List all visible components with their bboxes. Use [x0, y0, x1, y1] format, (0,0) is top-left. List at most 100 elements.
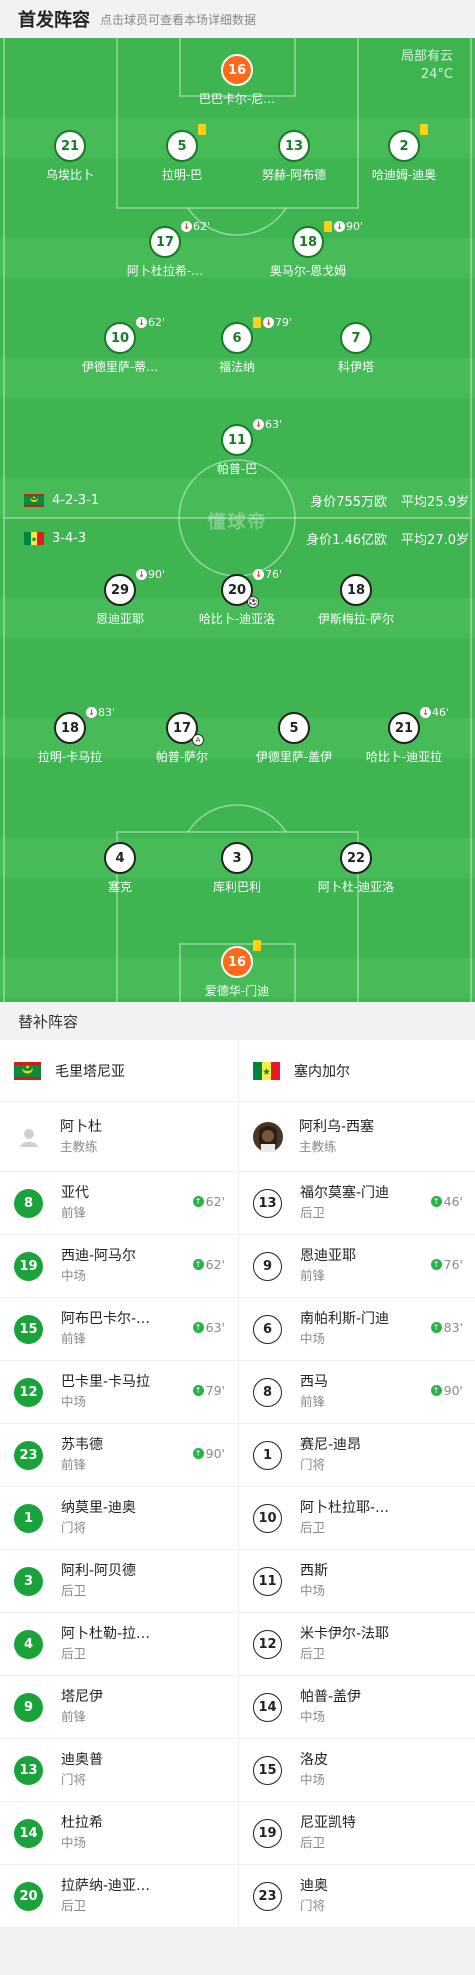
home-player[interactable]: 18 ↓ 90' 奥马尔-恩戈姆 — [248, 220, 368, 279]
home-coach-row[interactable]: 阿卜杜 主教练 — [0, 1102, 237, 1172]
player-name: 拉明-卡马拉 — [37, 750, 103, 764]
away-subs-team: 塞内加尔 — [239, 1040, 475, 1102]
sub-number-badge: 11 — [253, 1566, 282, 1596]
sub-name: 西马 — [300, 1374, 328, 1390]
sub-name: 帕普-盖伊 — [300, 1689, 362, 1705]
sub-in-icon: ↑ — [192, 1196, 204, 1207]
player-name: 伊德里萨-盖伊 — [255, 750, 333, 764]
sub-number-badge: 14 — [253, 1692, 282, 1722]
player-name: 伊斯梅拉-萨尔 — [317, 612, 395, 626]
sub-in-minute: 90' — [443, 1383, 463, 1398]
away-sub-row[interactable]: 8 西马 前锋 ↑ 90' — [239, 1361, 475, 1424]
away-sub-row[interactable]: 19 尼亚凯特 后卫 — [239, 1802, 475, 1865]
away-player[interactable]: 18 伊斯梅拉-萨尔 — [296, 574, 416, 627]
away-player[interactable]: 5 伊德里萨-盖伊 — [234, 712, 354, 765]
sub-position: 门将 — [300, 1898, 326, 1913]
away-sub-row[interactable]: 10 阿卜杜拉耶-… 后卫 — [239, 1487, 475, 1550]
sub-number-badge: 1 — [14, 1503, 43, 1533]
yellow-card-icon — [253, 317, 261, 328]
home-player[interactable]: 16 巴巴卡尔-尼… — [177, 54, 297, 107]
sub-number-badge: 8 — [253, 1377, 282, 1407]
player-name: 巴巴卡尔-尼… — [198, 92, 276, 106]
player-name: 帕普-萨尔 — [155, 750, 209, 764]
player-name: 哈迪姆-迪奥 — [371, 168, 437, 182]
home-sub-row[interactable]: 23 苏韦德 前锋 ↑ 90' — [0, 1424, 237, 1487]
home-sub-row[interactable]: 1 纳莫里-迪奥 门将 — [0, 1487, 237, 1550]
away-player[interactable]: 20 ↓ 76' ⚽ 哈比卜-迪亚洛 — [177, 568, 297, 627]
yellow-card-icon — [198, 124, 206, 135]
sub-off-icon: ↓ — [253, 569, 264, 580]
away-player[interactable]: 21 ↓ 46' 哈比卜-迪亚拉 — [344, 706, 464, 765]
away-player[interactable]: 16 爱德华-门迪 — [177, 940, 297, 999]
home-sub-row[interactable]: 3 阿利-阿贝德 后卫 — [0, 1550, 237, 1613]
home-player[interactable]: 21 乌埃比卜 — [10, 130, 130, 183]
home-sub-row[interactable]: 8 亚代 前锋 ↑ 62' — [0, 1172, 237, 1235]
sub-number-badge: 15 — [14, 1314, 43, 1344]
sub-name: 杜拉希 — [61, 1815, 103, 1831]
home-player[interactable]: 5 拉明-巴 — [122, 124, 242, 183]
away-sub-row[interactable]: 15 洛皮 中场 — [239, 1739, 475, 1802]
away-player[interactable]: 3 库利巴利 — [177, 842, 297, 895]
away-player[interactable]: 22 阿卜杜-迪亚洛 — [296, 842, 416, 895]
home-player[interactable]: 10 ↓ 62' 伊德里萨-蒂… — [60, 316, 180, 375]
weather-info: 局部有云 24°C — [401, 48, 453, 84]
sub-position: 后卫 — [300, 1835, 326, 1850]
player-number-badge: 4 — [104, 842, 136, 874]
player-number-badge: 13 — [278, 130, 310, 162]
away-sub-row[interactable]: 12 米卡伊尔-法耶 后卫 — [239, 1613, 475, 1676]
sub-name: 阿布巴卡尔-… — [61, 1311, 151, 1327]
home-sub-row[interactable]: 9 塔尼伊 前锋 — [0, 1676, 237, 1739]
sub-off-icon: ↓ — [263, 317, 274, 328]
home-player[interactable]: 2 哈迪姆-迪奥 — [344, 124, 464, 183]
home-sub-row[interactable]: 20 拉萨纳-迪亚… 后卫 — [0, 1865, 237, 1928]
home-sub-row[interactable]: 15 阿布巴卡尔-… 前锋 ↑ 63' — [0, 1298, 237, 1361]
home-player[interactable]: 7 科伊塔 — [296, 322, 416, 375]
home-sub-row[interactable]: 4 阿卜杜勒-拉… 后卫 — [0, 1613, 237, 1676]
sub-name: 赛尼-迪昂 — [300, 1437, 362, 1453]
home-sub-row[interactable]: 14 杜拉希 中场 — [0, 1802, 237, 1865]
away-coach-row[interactable]: 阿利乌-西塞 主教练 — [239, 1102, 475, 1172]
home-sub-row[interactable]: 12 巴卡里-卡马拉 中场 ↑ 79' — [0, 1361, 237, 1424]
goal-ball-icon: ⚽ — [247, 596, 259, 608]
sub-in-minute: 76' — [443, 1257, 463, 1272]
away-player[interactable]: 17 A 帕普-萨尔 — [122, 712, 242, 765]
home-team-info: 4-2-3-1 身价755万欧 平均25.9岁 — [24, 491, 469, 510]
away-subs-column: 塞内加尔 阿利乌-西塞 主教练 13 福尔莫塞-门迪 后卫 ↑ 46' 9 恩迪亚耶 前锋 ↑ 7… — [238, 1040, 475, 1928]
away-sub-row[interactable]: 1 赛尼-迪昂门将 — [239, 1424, 475, 1487]
away-sub-row[interactable]: 14 帕普-盖伊 中场 — [239, 1676, 475, 1739]
away-sub-row[interactable]: 6 南帕利斯-门迪 中场 ↑ 83' — [239, 1298, 475, 1361]
sub-number-badge: 13 — [14, 1755, 43, 1785]
sub-in-minute: 62' — [205, 1194, 225, 1209]
home-sub-row[interactable]: 13 迪奥普 门将 — [0, 1739, 237, 1802]
home-player[interactable]: 13 努赫-阿布德 — [234, 130, 354, 183]
home-sub-row[interactable]: 19 西迪-阿马尔 中场 ↑ 62' — [0, 1235, 237, 1298]
home-player[interactable]: 17 ↓ 62' 阿卜杜拉希-… — [105, 220, 225, 279]
sub-position: 门将 — [300, 1457, 326, 1472]
sub-in-icon: ↑ — [430, 1259, 442, 1270]
away-player[interactable]: 29 ↓ 90' 恩迪亚耶 — [60, 568, 180, 627]
sub-name: 阿卜杜拉耶-… — [300, 1500, 390, 1516]
sub-in-icon: ↑ — [192, 1448, 204, 1459]
senegal-flag-icon — [253, 1061, 280, 1080]
away-avg-age: 平均27.0岁 — [401, 533, 469, 548]
sub-in-minute: 83' — [443, 1320, 463, 1335]
home-coach-role: 主教练 — [60, 1138, 98, 1154]
away-sub-row[interactable]: 13 福尔莫塞-门迪 后卫 ↑ 46' — [239, 1172, 475, 1235]
away-player[interactable]: 4 塞克 — [60, 842, 180, 895]
sub-number-badge: 13 — [253, 1188, 282, 1218]
player-number-badge: 21 — [388, 712, 420, 744]
mauritania-flag-icon — [24, 494, 44, 507]
player-events: ↓ 63' — [253, 418, 282, 431]
sub-number-badge: 1 — [253, 1440, 282, 1470]
sub-position: 前锋 — [61, 1205, 87, 1220]
lineup-header: 首发阵容 点击球员可查看本场详细数据 — [0, 0, 475, 38]
home-player[interactable]: 11 ↓ 63' 帕普-巴 — [177, 418, 297, 477]
home-player[interactable]: 6 ↓ 79' 福法纳 — [177, 316, 297, 375]
away-sub-row[interactable]: 11 西斯 中场 — [239, 1550, 475, 1613]
away-sub-row[interactable]: 9 恩迪亚耶 前锋 ↑ 76' — [239, 1235, 475, 1298]
away-player[interactable]: 18 ↓ 83' 拉明-卡马拉 — [10, 706, 130, 765]
sub-in-icon: ↑ — [430, 1196, 442, 1207]
player-number-badge: 16 — [221, 946, 253, 978]
away-sub-row[interactable]: 23 迪奥 门将 — [239, 1865, 475, 1928]
sub-time: 62' — [193, 220, 211, 233]
